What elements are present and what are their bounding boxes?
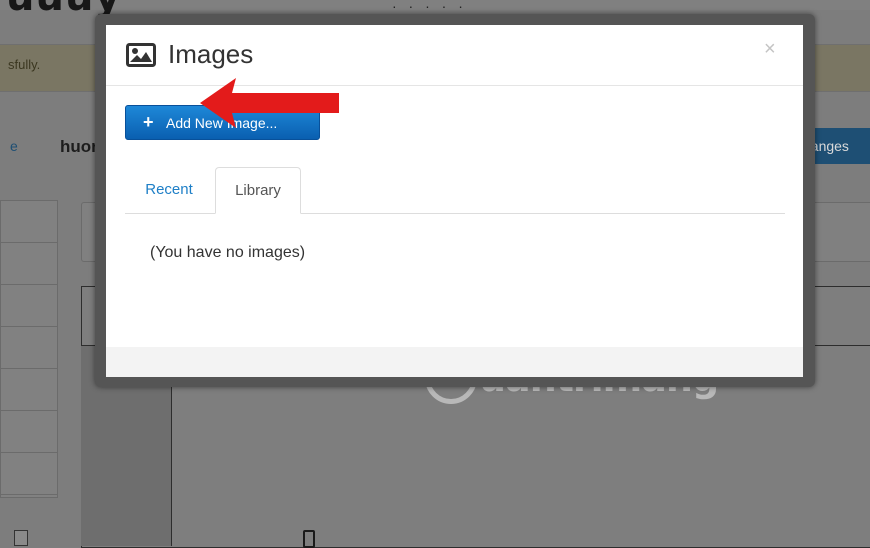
background-sidebar-row xyxy=(1,243,57,285)
background-nav-link: e xyxy=(10,138,18,154)
library-tab-panel: (You have no images) xyxy=(125,214,785,347)
image-icon xyxy=(126,43,156,67)
background-sidebar xyxy=(0,200,58,498)
background-sidebar-row xyxy=(1,453,57,495)
tab-library[interactable]: Library xyxy=(215,167,301,214)
background-username: huor xyxy=(60,137,98,156)
empty-state-message: (You have no images) xyxy=(150,244,306,261)
close-button[interactable]: × xyxy=(764,39,776,59)
background-checkbox xyxy=(14,530,28,546)
background-notice-text: sfully. xyxy=(8,57,41,72)
background-top-text: · · · · · xyxy=(392,0,467,14)
background-sidebar-row xyxy=(1,411,57,453)
modal-footer xyxy=(106,347,803,377)
tab-recent[interactable]: Recent xyxy=(131,167,207,213)
background-sidebar-row xyxy=(1,201,57,243)
modal-title: Images xyxy=(168,39,254,69)
text-cursor-icon xyxy=(303,530,315,548)
background-sidebar-row xyxy=(1,369,57,411)
image-tabs: Recent Library xyxy=(125,167,785,214)
background-sidebar-row xyxy=(1,285,57,327)
plus-icon: + xyxy=(143,112,154,132)
background-sidebar-row xyxy=(1,327,57,369)
red-arrow-annotation-icon xyxy=(200,78,339,128)
